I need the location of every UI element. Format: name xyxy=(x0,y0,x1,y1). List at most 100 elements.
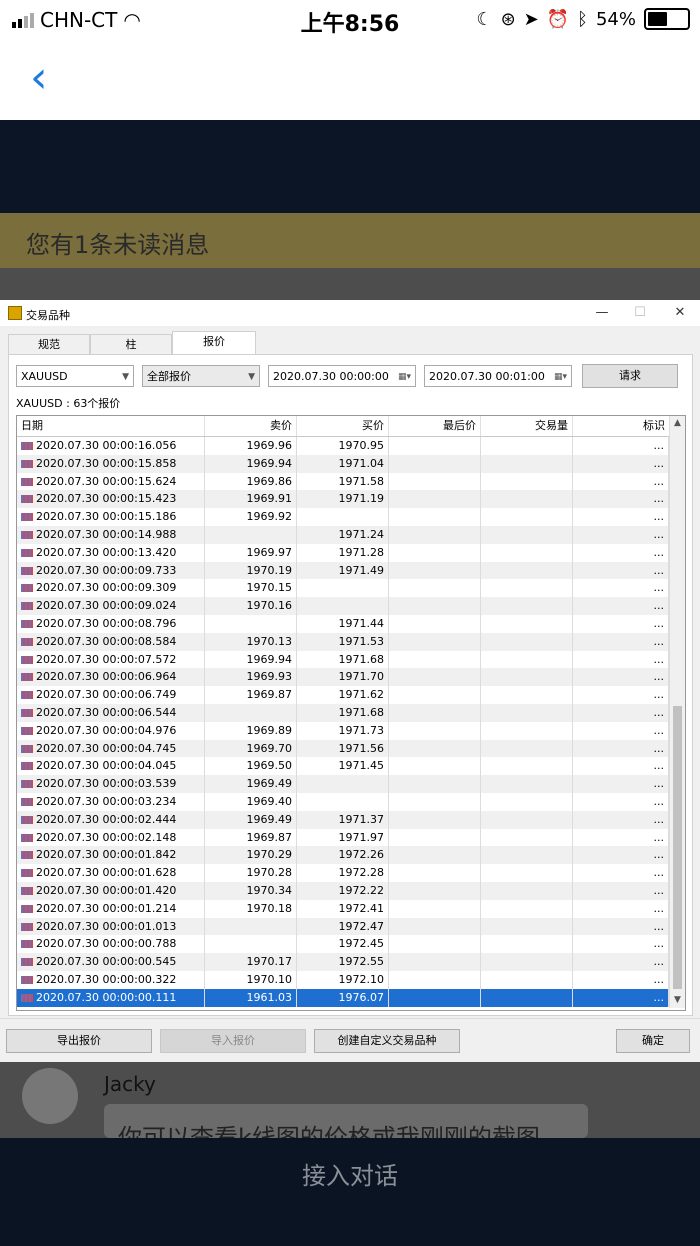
scroll-thumb[interactable] xyxy=(673,706,682,989)
table-row[interactable]: 2020.07.30 00:00:06.964 1969.93 1971.70... xyxy=(17,668,669,687)
table-row[interactable]: 2020.07.30 00:00:04.745 1969.70 1971.56... xyxy=(17,739,669,758)
table-row[interactable]: 2020.07.30 00:00:00.545 1970.17 1972.55... xyxy=(17,953,669,971)
cell-bid: 1969.87 xyxy=(205,828,297,847)
cell-date-text: 2020.07.30 00:00:03.234 xyxy=(36,795,177,808)
cell-date: 2020.07.30 00:00:00.322 xyxy=(17,971,205,989)
table-row[interactable]: 2020.07.30 00:00:08.584 1970.13 1971.53... xyxy=(17,632,669,651)
cell-date: 2020.07.30 00:00:13.420 xyxy=(17,543,205,562)
cell-last xyxy=(389,561,481,580)
cell-date: 2020.07.30 00:00:15.423 xyxy=(17,490,205,509)
import-quotes-button[interactable]: 导入报价 xyxy=(160,1029,306,1053)
scroll-up-icon[interactable]: ▲ xyxy=(670,416,685,431)
tab-spec[interactable]: 规范 xyxy=(8,334,90,355)
cell-flag: ... xyxy=(573,935,669,954)
table-row[interactable]: 2020.07.30 00:00:01.013 1972.47... xyxy=(17,917,669,936)
table-row[interactable]: 2020.07.30 00:00:04.045 1969.50 1971.45... xyxy=(17,757,669,776)
tick-icon xyxy=(21,762,33,771)
cell-ask: 1972.47 xyxy=(297,917,389,936)
symbol-select[interactable]: XAUUSD ▼ xyxy=(16,365,134,387)
column-header-bid[interactable]: 卖价 xyxy=(205,416,297,436)
table-row[interactable]: 2020.07.30 00:00:09.309 1970.15... xyxy=(17,579,669,598)
table-row[interactable]: 2020.07.30 00:00:01.842 1970.29 1972.26... xyxy=(17,846,669,865)
table-row[interactable]: 2020.07.30 00:00:13.420 1969.97 1971.28... xyxy=(17,543,669,562)
tick-icon xyxy=(21,602,33,611)
chevron-down-icon: ▼ xyxy=(122,372,129,382)
table-row[interactable]: 2020.07.30 00:00:02.444 1969.49 1971.37... xyxy=(17,810,669,829)
cell-date: 2020.07.30 00:00:08.584 xyxy=(17,632,205,651)
table-row[interactable]: 2020.07.30 00:00:08.796 1971.44... xyxy=(17,615,669,633)
cell-bid: 1970.28 xyxy=(205,864,297,882)
cell-volume xyxy=(481,864,573,882)
date-to-picker[interactable]: 2020.07.30 00:01:00 ▦▾ xyxy=(424,365,572,387)
table-row[interactable]: 2020.07.30 00:00:00.322 1970.10 1972.10... xyxy=(17,971,669,989)
cell-volume xyxy=(481,454,573,473)
table-row[interactable]: 2020.07.30 00:00:15.624 1969.86 1971.58... xyxy=(17,472,669,491)
maximize-icon[interactable]: ☐ xyxy=(630,303,650,323)
tab-quotes[interactable]: 报价 xyxy=(172,331,256,355)
table-row[interactable]: 2020.07.30 00:00:09.024 1970.16... xyxy=(17,597,669,615)
table-row[interactable]: 2020.07.30 00:00:07.572 1969.94 1971.68... xyxy=(17,650,669,669)
export-quotes-button[interactable]: 导出报价 xyxy=(6,1029,152,1053)
unread-banner[interactable]: 您有1条未读消息 xyxy=(0,213,700,268)
scroll-down-icon[interactable]: ▼ xyxy=(670,993,685,1008)
cell-bid xyxy=(205,917,297,936)
table-row[interactable]: 2020.07.30 00:00:02.148 1969.87 1971.97... xyxy=(17,828,669,847)
cell-bid: 1969.92 xyxy=(205,508,297,526)
column-header-volume[interactable]: 交易量 xyxy=(481,416,573,436)
table-row[interactable]: 2020.07.30 00:00:01.420 1970.34 1972.22... xyxy=(17,882,669,900)
tick-icon xyxy=(21,442,33,450)
column-header-date[interactable]: 日期 xyxy=(17,416,205,436)
column-header-flags[interactable]: 标识 xyxy=(573,416,669,436)
table-row[interactable]: 2020.07.30 00:00:06.544 1971.68... xyxy=(17,704,669,722)
cell-volume xyxy=(481,935,573,954)
vertical-scrollbar[interactable]: ▲ ▼ xyxy=(669,416,685,1008)
table-row[interactable]: 2020.07.30 00:00:04.976 1969.89 1971.73... xyxy=(17,721,669,740)
cell-bid: 1970.19 xyxy=(205,561,297,580)
cell-flag: ... xyxy=(573,686,669,704)
cell-bid: 1969.86 xyxy=(205,472,297,491)
cell-date: 2020.07.30 00:00:15.186 xyxy=(17,508,205,526)
cell-flag: ... xyxy=(573,704,669,722)
ok-button[interactable]: 确定 xyxy=(616,1029,690,1053)
column-header-ask[interactable]: 买价 xyxy=(297,416,389,436)
join-conversation-button[interactable]: 接入对话 xyxy=(0,1156,700,1191)
date-from-picker[interactable]: 2020.07.30 00:00:00 ▦▾ xyxy=(268,365,416,387)
tab-bars[interactable]: 柱 xyxy=(90,334,172,355)
table-row[interactable]: 2020.07.30 00:00:00.788 1972.45... xyxy=(17,935,669,954)
cell-ask: 1971.58 xyxy=(297,472,389,491)
table-row[interactable]: 2020.07.30 00:00:06.749 1969.87 1971.62... xyxy=(17,686,669,704)
cell-bid xyxy=(205,526,297,544)
table-row[interactable]: 2020.07.30 00:00:15.186 1969.92... xyxy=(17,508,669,526)
cell-ask: 1972.28 xyxy=(297,864,389,882)
table-row[interactable]: 2020.07.30 00:00:09.733 1970.19 1971.49... xyxy=(17,561,669,580)
cell-last xyxy=(389,793,481,811)
create-custom-symbol-button[interactable]: 创建自定义交易品种 xyxy=(314,1029,460,1053)
table-row[interactable]: 2020.07.30 00:00:16.056 1969.96 1970.95... xyxy=(17,437,669,455)
close-icon[interactable]: ✕ xyxy=(670,303,690,323)
table-row[interactable]: 2020.07.30 00:00:01.628 1970.28 1972.28... xyxy=(17,864,669,882)
cell-volume xyxy=(481,917,573,936)
cell-bid: 1969.70 xyxy=(205,739,297,758)
tick-icon xyxy=(21,851,33,860)
column-header-last[interactable]: 最后价 xyxy=(389,416,481,436)
date-to-value: 2020.07.30 00:01:00 xyxy=(429,370,545,383)
cell-volume xyxy=(481,882,573,900)
table-row[interactable]: 2020.07.30 00:00:01.214 1970.18 1972.41... xyxy=(17,899,669,918)
calendar-icon: ▦▾ xyxy=(553,372,567,382)
tick-icon xyxy=(21,584,33,593)
table-row[interactable]: 2020.07.30 00:00:03.234 1969.40... xyxy=(17,793,669,811)
table-row[interactable]: 2020.07.30 00:00:14.988 1971.24... xyxy=(17,526,669,544)
cell-date: 2020.07.30 00:00:06.749 xyxy=(17,686,205,704)
cell-last xyxy=(389,935,481,954)
table-row[interactable]: 2020.07.30 00:00:15.858 1969.94 1971.04... xyxy=(17,454,669,473)
cell-flag: ... xyxy=(573,579,669,598)
request-button[interactable]: 请求 xyxy=(582,364,678,388)
minimize-icon[interactable]: — xyxy=(592,303,612,323)
table-row[interactable]: 2020.07.30 00:00:15.423 1969.91 1971.19... xyxy=(17,490,669,509)
quote-type-select[interactable]: 全部报价 ▼ xyxy=(142,365,260,387)
cell-volume xyxy=(481,472,573,491)
table-row[interactable]: 2020.07.30 00:00:00.111 1961.03 1976.07... xyxy=(17,988,669,1007)
back-chevron-icon[interactable]: ‹ xyxy=(30,56,60,100)
table-row[interactable]: 2020.07.30 00:00:03.539 1969.49... xyxy=(17,775,669,793)
tick-icon xyxy=(21,477,33,486)
